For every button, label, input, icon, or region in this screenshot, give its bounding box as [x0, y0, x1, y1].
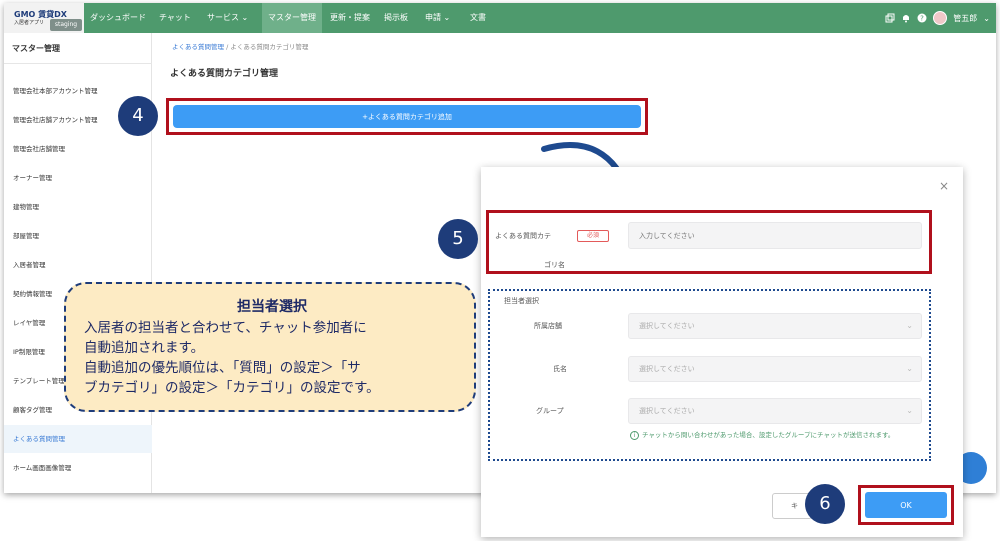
breadcrumb-separator: / [226, 43, 229, 51]
nav-right: ? 管五郎 ⌄ [885, 3, 990, 33]
nav-update[interactable]: 更新・提案 [330, 3, 370, 33]
close-icon[interactable]: × [939, 179, 949, 193]
nav-board[interactable]: 掲示板 [384, 3, 408, 33]
assignee-title: 担当者選択 [504, 297, 539, 305]
callout-line: 自動追加されます。 [84, 340, 205, 356]
sidebar-item-residents[interactable]: 入居者管理 [4, 251, 152, 279]
add-category-button[interactable]: +よくある質問カテゴリ追加 [173, 105, 641, 128]
chevron-down-icon: ⌄ [906, 406, 913, 415]
copy-icon[interactable] [885, 13, 895, 23]
sidebar-item-owners[interactable]: オーナー管理 [4, 164, 152, 192]
sidebar-item-stores[interactable]: 管理会社店舗管理 [4, 135, 152, 163]
step-badge-6: 6 [805, 484, 845, 524]
chevron-down-icon: ⌄ [241, 13, 249, 22]
group-hint-text: チャットから問い合わせがあった場合、設定したグループにチャットが送信されます。 [642, 431, 895, 439]
category-label-cont: ゴリ名 [544, 261, 565, 269]
app-root: GMO 賃貸DX 入居者アプリ staging ダッシュボード チャット サービ… [0, 0, 1000, 541]
nav-chat[interactable]: チャット [159, 3, 191, 33]
store-select-placeholder: 選択してください [639, 322, 695, 330]
chevron-down-icon: ⌄ [906, 364, 913, 373]
sidebar-item-home-images[interactable]: ホーム画面画像管理 [4, 454, 152, 482]
highlight-frame-ok: OK [858, 485, 954, 525]
page-title: よくある質問カテゴリ管理 [170, 69, 279, 79]
category-name-input[interactable] [628, 222, 922, 249]
group-label: グループ [536, 407, 564, 415]
highlight-frame-add: +よくある質問カテゴリ追加 [166, 98, 648, 135]
callout-title: 担当者選択 [237, 299, 307, 315]
logo[interactable]: GMO 賃貸DX 入居者アプリ staging [4, 3, 84, 33]
name-label: 氏名 [553, 365, 567, 373]
nav-dashboard[interactable]: ダッシュボード [90, 3, 146, 33]
help-icon[interactable]: ? [917, 13, 927, 23]
sidebar-item-rooms[interactable]: 部屋管理 [4, 222, 152, 250]
store-label: 所属店舗 [534, 322, 562, 330]
breadcrumb: よくある質問管理 / よくある質問カテゴリ管理 [172, 41, 308, 51]
breadcrumb-current: よくある質問カテゴリ管理 [230, 43, 309, 51]
user-name[interactable]: 管五郎 [953, 13, 977, 24]
ok-button[interactable]: OK [865, 492, 947, 518]
nav-service[interactable]: サービス ⌄ [207, 3, 248, 33]
sidebar-divider [4, 63, 152, 64]
callout-line: ブカテゴリ」の設定＞「カテゴリ」の設定です。 [84, 380, 380, 396]
group-select[interactable]: 選択してください ⌄ [628, 398, 922, 424]
chevron-down-icon: ⌄ [906, 321, 913, 330]
sidebar-item-buildings[interactable]: 建物管理 [4, 193, 152, 221]
callout-body: 入居者の担当者と合わせて、チャット参加者に 自動追加されます。 自動追加の優先順… [84, 318, 474, 398]
nav-docs[interactable]: 文書 [470, 3, 486, 33]
top-navigation: GMO 賃貸DX 入居者アプリ staging ダッシュボード チャット サービ… [4, 3, 996, 33]
chevron-down-icon[interactable]: ⌄ [983, 14, 990, 23]
chevron-down-icon: ⌄ [443, 13, 451, 22]
category-label: よくある質問カテ [495, 232, 551, 240]
step-badge-4: 4 [118, 96, 158, 136]
callout-line: 入居者の担当者と合わせて、チャット参加者に [84, 320, 367, 336]
group-select-placeholder: 選択してください [639, 407, 695, 415]
nav-apply[interactable]: 申請 ⌄ [425, 3, 450, 33]
name-select-placeholder: 選択してください [639, 365, 695, 373]
bell-icon[interactable] [901, 13, 911, 23]
required-badge: 必須 [577, 230, 609, 242]
store-select[interactable]: 選択してください ⌄ [628, 313, 922, 339]
env-badge: staging [50, 19, 82, 31]
name-select[interactable]: 選択してください ⌄ [628, 356, 922, 382]
svg-text:?: ? [920, 15, 924, 23]
group-hint: i チャットから問い合わせがあった場合、設定したグループにチャットが送信されます。 [630, 430, 926, 440]
sidebar-item-faq[interactable]: よくある質問管理 [4, 425, 152, 453]
callout-note: 担当者選択 入居者の担当者と合わせて、チャット参加者に 自動追加されます。 自動… [64, 282, 476, 412]
breadcrumb-link[interactable]: よくある質問管理 [172, 43, 224, 51]
nav-master[interactable]: マスター管理 [262, 3, 322, 33]
sidebar-title: マスター管理 [12, 44, 60, 53]
callout-line: 自動追加の優先順位は、「質問」の設定＞「サ [84, 360, 361, 376]
avatar[interactable] [933, 11, 948, 25]
info-icon: i [630, 431, 639, 440]
logo-product: 賃貸DX [38, 10, 67, 19]
step-badge-5: 5 [438, 219, 478, 259]
logo-sub: 入居者アプリ [14, 20, 45, 26]
